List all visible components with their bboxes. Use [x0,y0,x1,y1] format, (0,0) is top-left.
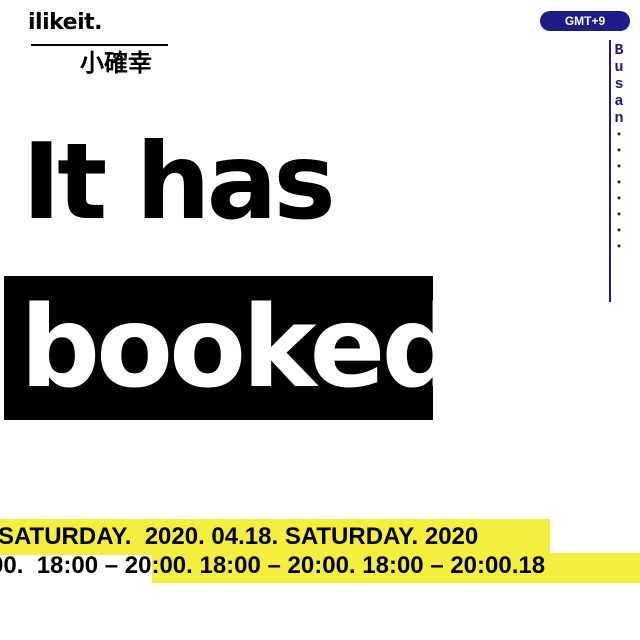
brand-name-zh: 小確幸 [80,49,152,77]
time-ticker: 00. 18:00 – 20:00. 18:00 – 20:00. 18:00 … [0,552,546,579]
dot-decoration: • [615,144,623,157]
city-vertical-label: B u s a n • • • • • • • • [609,42,629,255]
timezone-badge: GMT+9 [540,11,630,31]
headline-line-2: booked! [20,283,509,413]
city-letter: s [614,76,624,93]
brand-underline [31,44,168,46]
city-letter: u [614,59,624,76]
brand-logo: ilikeit. 小確幸 [28,10,168,77]
city-letter: a [614,93,624,110]
dot-decoration: • [615,128,623,141]
date-ticker: SATURDAY. 2020. 04.18. SATURDAY. 2020 [0,523,479,550]
dot-decoration: • [615,208,623,221]
dot-decoration: • [615,160,623,173]
headline-line-1: It has [22,121,336,243]
dot-decoration: • [615,240,623,253]
dot-decoration: • [615,224,623,237]
city-letter: n [614,110,624,127]
city-letter: B [614,42,624,59]
dot-decoration: • [615,176,623,189]
brand-name-en: ilikeit. [28,10,103,35]
dot-decoration: • [615,192,623,205]
